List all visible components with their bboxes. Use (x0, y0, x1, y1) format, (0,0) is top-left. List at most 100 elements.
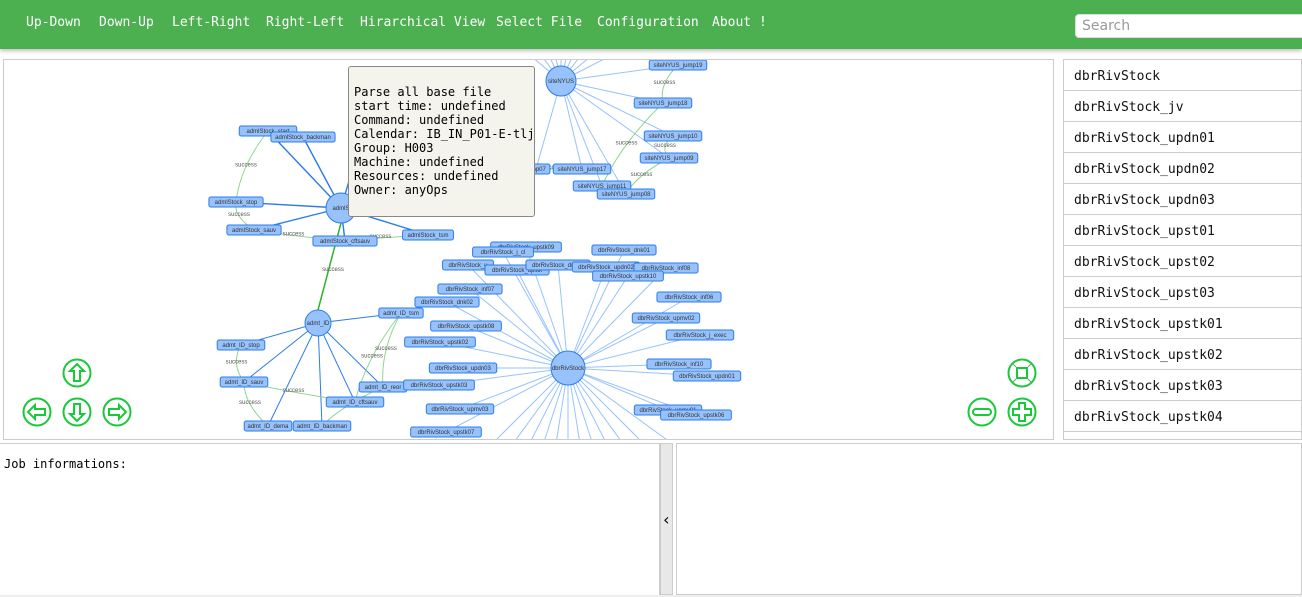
nav-hierarchical-view[interactable]: Hirarchical View (360, 15, 485, 30)
hub-node[interactable]: admt_ID (304, 309, 332, 337)
zoom-in-button[interactable] (1007, 397, 1037, 427)
nav-select-file[interactable]: Select File (496, 15, 582, 30)
job-node[interactable]: dbrRivStock_j_exec (665, 329, 735, 341)
job-list-item[interactable]: dbrRivStock_updn03 (1064, 184, 1301, 215)
job-list-item[interactable]: dbrRivStock_upst02 (1064, 246, 1301, 277)
job-list-item[interactable]: dbrRivStock_jv (1064, 91, 1301, 122)
tooltip-line: Machine: undefined (354, 155, 485, 169)
job-node[interactable]: dbrRivStock_upstk02 (404, 336, 476, 348)
hub-node[interactable]: dbrRivStock (550, 350, 586, 386)
job-node-label: siteNYUS_jump19 (653, 63, 703, 69)
job-node-label: admlStock_sauv (232, 228, 276, 234)
job-node[interactable]: admlStock_cftsauv (312, 235, 378, 247)
job-list-item[interactable]: dbrRivStock_upstk01 (1064, 308, 1301, 339)
hub-node[interactable]: siteNYUS (545, 65, 577, 97)
job-node[interactable]: dbrRivStock_updn01 (672, 370, 742, 382)
job-list-item[interactable]: dbrRivStock_updn02 (1064, 153, 1301, 184)
success-label: success (322, 267, 344, 273)
nav-left-right[interactable]: Left-Right (172, 15, 250, 30)
job-list-item[interactable]: dbrRivStock (1064, 60, 1301, 91)
pan-right-button[interactable] (102, 397, 132, 427)
nav-up-down[interactable]: Up-Down (26, 15, 81, 30)
job-node[interactable]: siteNYUS_jump19 (648, 60, 708, 71)
job-node[interactable]: dbrRivStock_upmv03 (425, 403, 495, 415)
job-list-item[interactable]: dbrRivStock_updn01 (1064, 122, 1301, 153)
job-node[interactable]: admlStock_sauv (226, 224, 282, 236)
pan-left-button[interactable] (22, 397, 52, 427)
nav-about[interactable]: About ! (712, 15, 767, 30)
job-info-panel: Job informations: (0, 443, 660, 595)
job-list-item[interactable]: dbrRivStock_upst03 (1064, 277, 1301, 308)
job-node[interactable]: dbrRivStock_dnk02 (414, 296, 480, 308)
success-label: success (654, 143, 676, 149)
job-node[interactable]: admt_ID_backman (292, 420, 352, 432)
job-node-label: dbrRivStock_upmv02 (637, 316, 695, 322)
job-node[interactable]: siteNYUS_jump18 (633, 97, 693, 109)
job-node[interactable]: admlStock_stop (208, 196, 264, 208)
job-node-label: siteNYUS_jump17 (557, 167, 607, 173)
job-node[interactable]: admlStock_tsm (402, 229, 454, 241)
success-label: success (654, 80, 676, 86)
job-node[interactable]: admt_ID_reor (358, 381, 408, 393)
zoom-out-button[interactable] (967, 397, 997, 427)
detail-panel (676, 443, 1302, 595)
job-node[interactable]: dbrRivStock_upstk06 (660, 409, 732, 421)
success-label: success (226, 360, 248, 366)
arrow-up-icon (62, 358, 92, 388)
job-node[interactable]: dbrRivStock_upstk03 (403, 379, 475, 391)
tooltip-line: start time: undefined (354, 99, 506, 113)
tooltip-line: Command: undefined (354, 113, 485, 127)
hub-label: siteNYUS (548, 79, 574, 85)
job-node-label: dbrRivStock_updn02 (578, 265, 634, 271)
search-input[interactable] (1075, 14, 1302, 38)
job-node[interactable]: admt_ID_cftsauv (325, 396, 385, 408)
job-node[interactable]: siteNYUS_jump08 (596, 188, 656, 200)
job-node[interactable]: dbrRivStock_j_cl (472, 246, 534, 258)
tooltip-line: Parse all base file (354, 85, 492, 99)
job-node-label: admlStock_cftsauv (320, 239, 370, 245)
job-node[interactable]: admt_ID_dema (243, 420, 293, 432)
success-label: success (239, 400, 261, 406)
job-node[interactable]: admt_ID_sauv (219, 376, 269, 388)
job-node[interactable]: dbrRivStock_updn03 (428, 362, 498, 374)
job-node-label: dbrRivStock_u (448, 263, 487, 269)
job-node-label: dbrRivStock_dnk02 (421, 300, 474, 306)
job-node-label: admt_ID_tsm (383, 311, 419, 317)
job-node[interactable]: dbrRivStock_inf07 (437, 283, 503, 295)
graph-canvas[interactable]: success success success success success succe… (3, 59, 1054, 440)
pan-down-button[interactable] (62, 397, 92, 427)
job-node[interactable]: dbrRivStock_inf10 (646, 358, 712, 370)
job-node[interactable]: siteNYUS_jump09 (639, 152, 699, 164)
job-node[interactable]: admt_ID_stop (216, 339, 266, 351)
job-node[interactable]: dbrRivStock_dnk01 (591, 244, 657, 256)
nav-down-up[interactable]: Down-Up (99, 15, 154, 30)
job-node[interactable]: siteNYUS_jump10 (643, 130, 703, 142)
tooltip-line: Group: H003 (354, 141, 434, 155)
job-node-label: admt_ID_reor (365, 385, 402, 391)
job-node[interactable]: dbrRivStock_upstk08 (430, 320, 502, 332)
nav-configuration[interactable]: Configuration (597, 15, 699, 30)
job-list-item[interactable]: dbrRivStock_upstk02 (1064, 339, 1301, 370)
job-list[interactable]: dbrRivStock dbrRivStock_jv dbrRivStock_upd… (1063, 59, 1302, 440)
job-node[interactable]: dbrRivStock_upstk07 (410, 426, 482, 438)
job-node-label: dbrRivStock_j_cl (481, 250, 526, 256)
job-node[interactable]: siteNYUS_jump17 (552, 163, 612, 175)
job-node-label: dbrRivStock_updn03 (435, 366, 491, 372)
job-node[interactable]: dbrRivStock_upmv02 (631, 312, 701, 324)
success-label: success (283, 388, 305, 394)
nav-right-left[interactable]: Right-Left (266, 15, 344, 30)
job-node-label: dbrRivStock_updn01 (679, 374, 735, 380)
job-node-label: dbrRivStock_upstk08 (438, 324, 495, 330)
job-list-item[interactable]: dbrRivStock_upstk03 (1064, 370, 1301, 401)
job-node[interactable]: dbrRivStock_upstk10 (592, 270, 664, 282)
pan-up-button[interactable] (62, 358, 92, 388)
job-node[interactable]: admlStock_backman (270, 131, 336, 143)
job-list-item[interactable]: dbrRivStock_upst01 (1064, 215, 1301, 246)
success-label: success (616, 141, 638, 147)
job-node[interactable]: admt_ID_tsm (378, 307, 424, 319)
job-node-label: admt_ID_stop (222, 343, 260, 349)
collapse-handle[interactable]: ‹ (660, 443, 673, 595)
job-node[interactable]: dbrRivStock_inf06 (656, 291, 722, 303)
job-list-item[interactable]: dbrRivStock_upstk04 (1064, 401, 1301, 432)
fit-button[interactable] (1007, 358, 1037, 388)
